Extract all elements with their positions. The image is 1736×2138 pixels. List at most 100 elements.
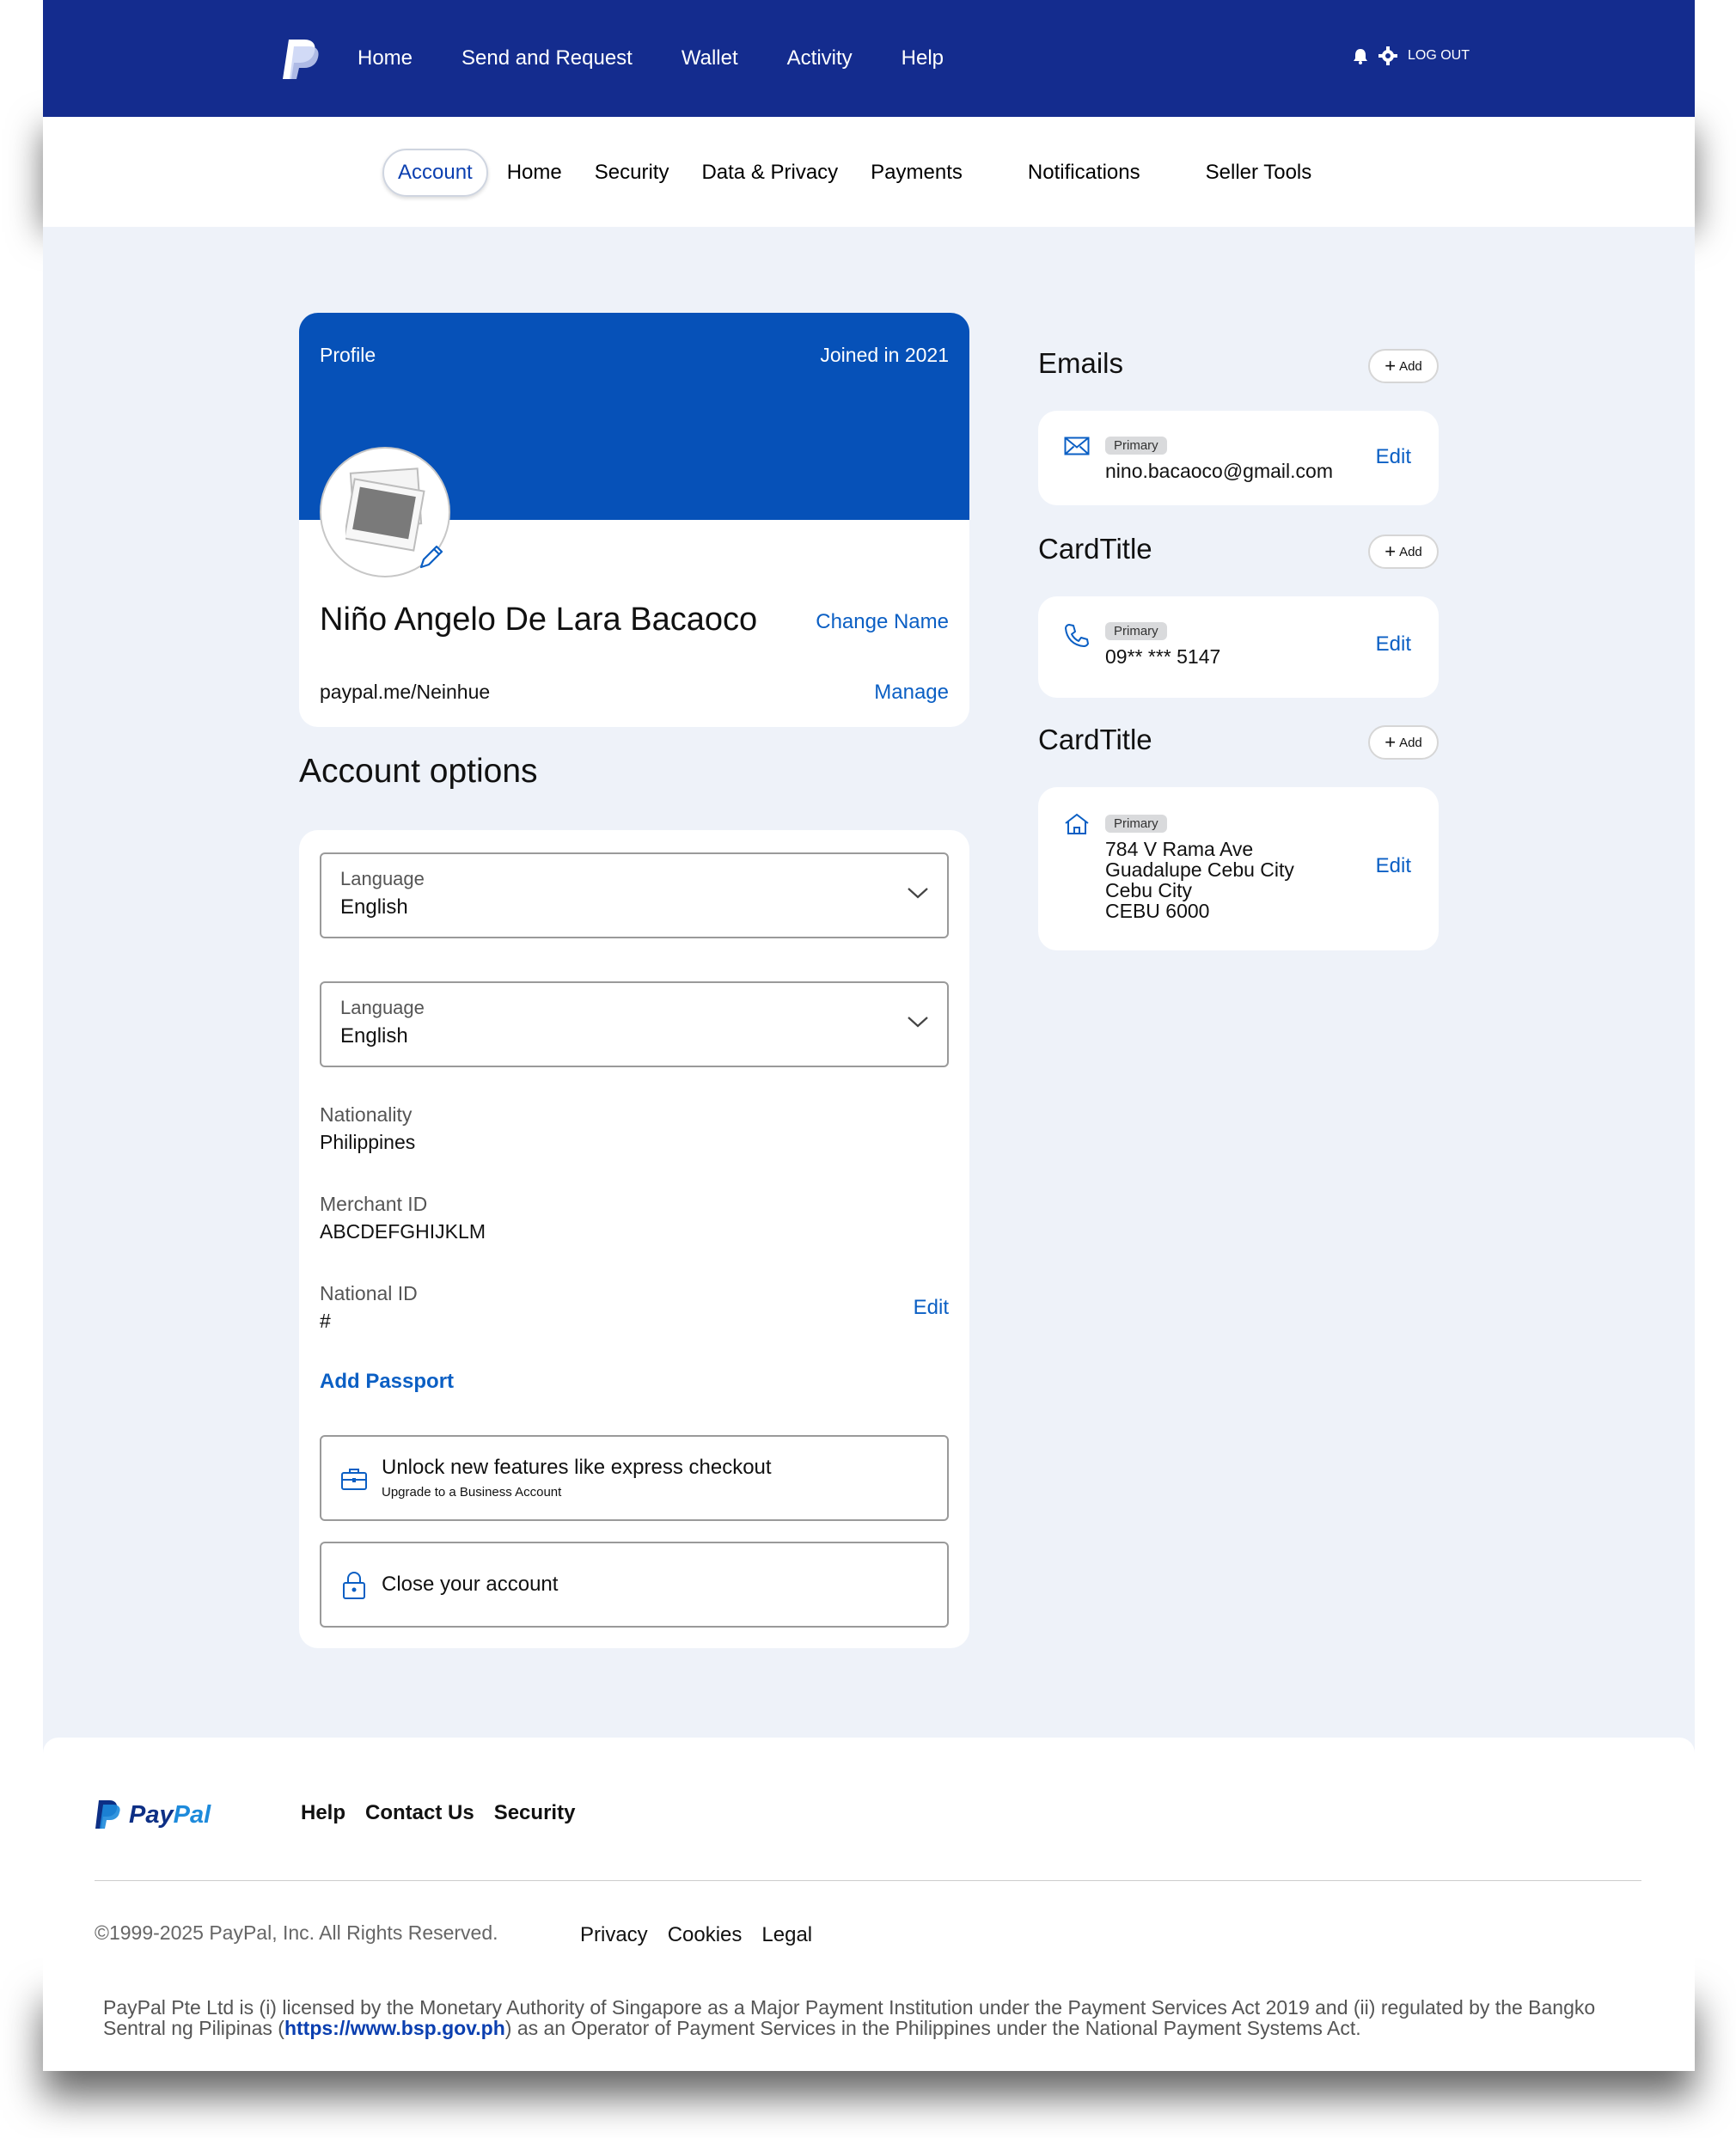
nav-home[interactable]: Home	[358, 46, 413, 70]
emails-title: Emails	[1038, 347, 1124, 379]
manage-link[interactable]: Manage	[874, 681, 949, 705]
tab-data-privacy[interactable]: Data & Privacy	[688, 150, 852, 195]
phone-section-title: CardTitle	[1038, 533, 1152, 565]
address-line-3: Cebu City	[1105, 879, 1192, 901]
profile-card: Profile Joined in 2021 Niño Angelo De La…	[299, 313, 969, 727]
account-subnav: Account Home Security Data & Privacy Pay…	[43, 117, 1695, 227]
add-address-button[interactable]: + Add	[1368, 725, 1439, 760]
add-email-button[interactable]: + Add	[1368, 349, 1439, 383]
avatar[interactable]	[320, 447, 450, 577]
tab-account[interactable]: Account	[382, 149, 488, 197]
upgrade-business-button[interactable]: Unlock new features like express checkou…	[320, 1435, 949, 1521]
top-nav-links: Home Send and Request Wallet Activity He…	[358, 0, 993, 117]
add-email-label: Add	[1399, 358, 1422, 374]
nationality-value: Philippines	[320, 1131, 416, 1153]
nav-activity[interactable]: Activity	[787, 46, 853, 70]
footer-help-link[interactable]: Help	[301, 1801, 345, 1825]
address-section-title: CardTitle	[1038, 724, 1152, 755]
close-account-button[interactable]: Close your account	[320, 1542, 949, 1628]
nav-wallet[interactable]: Wallet	[682, 46, 738, 70]
language-select-value: English	[340, 1024, 408, 1048]
pencil-icon[interactable]	[418, 543, 445, 571]
national-id-value: #	[320, 1310, 331, 1332]
email-card: Primary nino.bacaoco@gmail.com Edit	[1038, 411, 1439, 505]
top-nav-actions: LOG OUT	[1351, 46, 1470, 65]
add-address-label: Add	[1399, 735, 1422, 750]
account-options-card: Language English Language English Nation…	[299, 830, 969, 1648]
tab-seller-tools[interactable]: Seller Tools	[1192, 150, 1326, 195]
national-id-label: National ID	[320, 1282, 418, 1304]
email-value: nino.bacaoco@gmail.com	[1105, 460, 1333, 482]
bsp-link[interactable]: https://www.bsp.gov.ph	[284, 2017, 505, 2039]
nav-help[interactable]: Help	[902, 46, 944, 70]
lock-icon	[343, 1572, 365, 1599]
gear-icon[interactable]	[1378, 46, 1397, 65]
add-phone-label: Add	[1399, 544, 1422, 559]
email-edit-link[interactable]: Edit	[1376, 445, 1411, 469]
add-passport-link[interactable]: Add Passport	[320, 1370, 454, 1394]
paypal-wordmark: PayPal	[129, 1800, 211, 1829]
briefcase-icon	[341, 1469, 367, 1490]
chevron-down-icon	[908, 1017, 928, 1028]
top-navbar: Home Send and Request Wallet Activity He…	[43, 0, 1695, 117]
footer-primary-links: Help Contact Us Security	[301, 1801, 595, 1825]
address-line-1: 784 V Rama Ave	[1105, 838, 1254, 860]
chevron-down-icon	[908, 888, 928, 899]
profile-name: Niño Angelo De Lara Bacaoco	[320, 602, 758, 638]
footer-contact-link[interactable]: Contact Us	[365, 1801, 474, 1825]
phone-value: 09** *** 5147	[1105, 645, 1221, 668]
primary-badge: Primary	[1105, 815, 1167, 833]
account-options-title: Account options	[299, 753, 538, 790]
tab-notifications[interactable]: Notifications	[1014, 150, 1154, 195]
footer-legal-link[interactable]: Legal	[761, 1923, 812, 1947]
address-line-4: CEBU 6000	[1105, 900, 1210, 922]
upgrade-subtitle: Upgrade to a Business Account	[382, 1485, 562, 1500]
footer: PayPal Help Contact Us Security ©1999-20…	[43, 1738, 1695, 2071]
phone-card: Primary 09** *** 5147 Edit	[1038, 596, 1439, 698]
merchant-id-value: ABCDEFGHIJKLM	[320, 1220, 486, 1243]
footer-cookies-link[interactable]: Cookies	[668, 1923, 743, 1947]
national-id-edit-link[interactable]: Edit	[914, 1296, 949, 1320]
footer-legal-links: Privacy Cookies Legal	[580, 1923, 832, 1947]
joined-date: Joined in 2021	[820, 344, 949, 366]
profile-header-title: Profile	[320, 344, 376, 366]
copyright: ©1999-2025 PayPal, Inc. All Rights Reser…	[95, 1921, 498, 1944]
home-icon	[1065, 813, 1089, 834]
footer-security-link[interactable]: Security	[494, 1801, 576, 1825]
language-select-label: Language	[340, 868, 425, 889]
tab-security[interactable]: Security	[581, 150, 683, 195]
plus-icon: +	[1385, 355, 1397, 376]
close-account-label: Close your account	[382, 1573, 559, 1596]
language-select-label: Language	[340, 997, 425, 1018]
tab-payments[interactable]: Payments	[857, 150, 976, 195]
nav-send-and-request[interactable]: Send and Request	[462, 46, 633, 70]
language-select-value: English	[340, 895, 408, 919]
tab-home[interactable]: Home	[493, 150, 576, 195]
paypal-logo-icon	[95, 1800, 120, 1829]
nationality-label: Nationality	[320, 1103, 413, 1126]
footer-paypal-logo[interactable]: PayPal	[95, 1799, 211, 1830]
address-edit-link[interactable]: Edit	[1376, 854, 1411, 878]
logout-link[interactable]: LOG OUT	[1408, 48, 1470, 64]
add-phone-button[interactable]: + Add	[1368, 534, 1439, 569]
paypal-me-handle: paypal.me/Neinhue	[320, 681, 491, 703]
footer-divider	[95, 1880, 1641, 1881]
phone-edit-link[interactable]: Edit	[1376, 632, 1411, 657]
envelope-icon	[1064, 437, 1090, 455]
change-name-link[interactable]: Change Name	[816, 610, 949, 634]
paypal-logo-icon[interactable]	[280, 38, 321, 81]
primary-badge: Primary	[1105, 437, 1167, 455]
plus-icon: +	[1385, 731, 1397, 753]
plus-icon: +	[1385, 541, 1397, 562]
bell-icon[interactable]	[1351, 46, 1370, 65]
photo-placeholder-icon	[345, 467, 425, 552]
language-select[interactable]: Language English	[320, 852, 949, 938]
phone-icon	[1065, 624, 1089, 647]
primary-badge: Primary	[1105, 622, 1167, 640]
upgrade-title: Unlock new features like express checkou…	[382, 1456, 772, 1479]
merchant-id-label: Merchant ID	[320, 1193, 428, 1215]
language-select-secondary[interactable]: Language English	[320, 981, 949, 1067]
footer-privacy-link[interactable]: Privacy	[580, 1923, 648, 1947]
address-line-2: Guadalupe Cebu City	[1105, 858, 1294, 881]
address-card: Primary 784 V Rama Ave Guadalupe Cebu Ci…	[1038, 787, 1439, 950]
